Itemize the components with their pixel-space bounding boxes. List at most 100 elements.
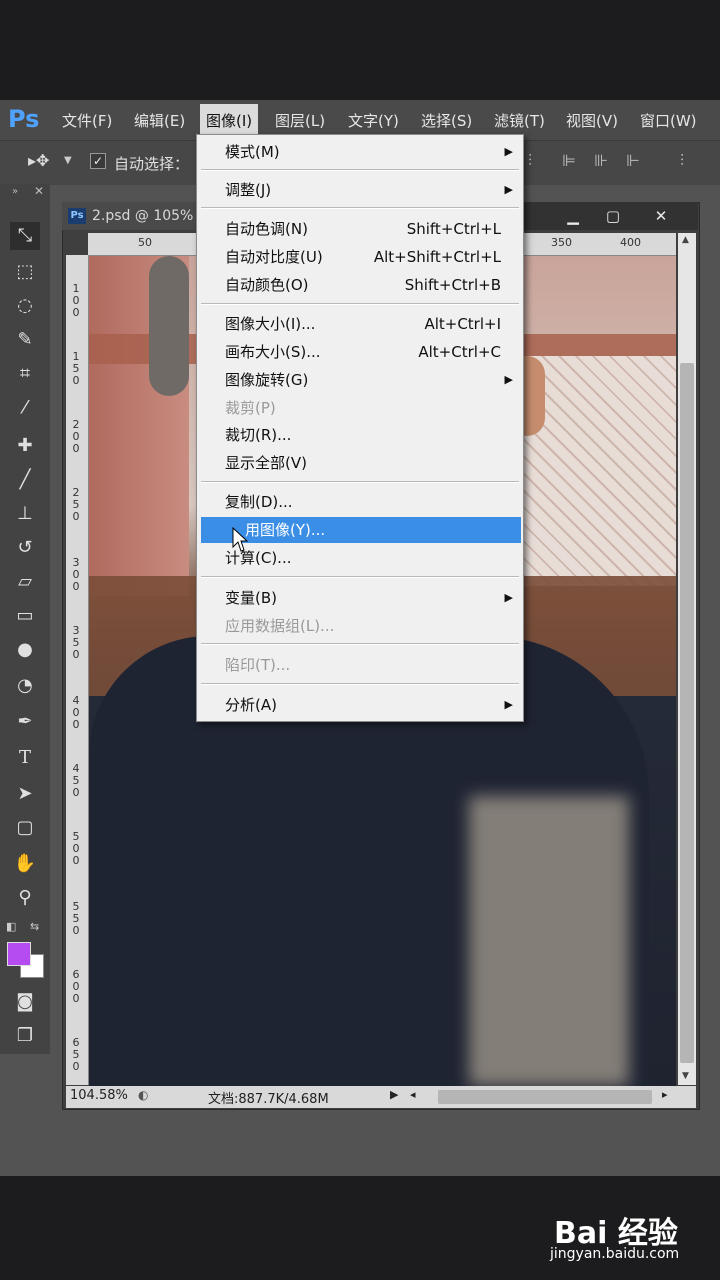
minimize-icon[interactable]: ▁ — [558, 206, 588, 226]
move-tool-icon[interactable]: ⤡ — [10, 222, 40, 250]
menu-separator — [201, 683, 519, 685]
quick-mask-icon[interactable]: ◙ — [10, 988, 40, 1016]
menu-separator — [201, 481, 519, 483]
menu-filter[interactable]: 滤镜(T) — [494, 110, 545, 131]
menu-file[interactable]: 文件(F) — [62, 110, 112, 131]
menu-item-auto-contrast[interactable]: 自动对比度(U) Alt+Shift+Ctrl+L — [197, 244, 523, 270]
menu-item-trim[interactable]: 裁切(R)... — [197, 422, 523, 448]
ruler-label: 5 0 0 — [72, 830, 80, 867]
vertical-scroll-thumb[interactable] — [680, 363, 694, 1063]
ruler-label: 6 0 0 — [72, 968, 80, 1005]
horizontal-scroll-thumb[interactable] — [438, 1090, 652, 1104]
marquee-tool-icon[interactable]: ⬚ — [10, 258, 40, 286]
crop-tool-icon[interactable]: ⌗ — [10, 360, 40, 388]
distribute-icon[interactable]: ⫶ — [680, 151, 684, 171]
vertical-scrollbar[interactable]: ▲ ▼ — [678, 233, 696, 1085]
screen-mode-icon[interactable]: ❐ — [10, 1022, 40, 1050]
submenu-arrow-icon: ▶ — [504, 373, 513, 386]
menu-edit[interactable]: 编辑(E) — [134, 110, 185, 131]
ruler-label: 2 5 0 — [72, 486, 80, 523]
menu-item-canvas-size[interactable]: 画布大小(S)... Alt+Ctrl+C — [197, 339, 523, 365]
document-tab[interactable]: Ps 2.psd @ 105% — [62, 202, 204, 230]
shape-tool-icon[interactable]: ▢ — [10, 814, 40, 842]
menu-item-crop: 裁剪(P) — [225, 399, 276, 417]
ruler-label: 4 0 0 — [72, 694, 80, 731]
auto-select-checkbox[interactable]: ✓ — [90, 153, 106, 169]
menu-item-variables[interactable]: 变量(B) ▶ — [197, 585, 523, 611]
close-icon[interactable]: ✕ — [646, 206, 676, 226]
photoshop-logo: Ps — [8, 105, 40, 133]
scroll-left-icon[interactable]: ◂ — [410, 1088, 416, 1101]
menu-item-adjustments[interactable]: 调整(J) ▶ — [197, 177, 523, 203]
align-center-icon[interactable]: ⊪ — [594, 151, 608, 170]
ruler-label: 4 5 0 — [72, 762, 80, 799]
foreground-color-swatch[interactable] — [7, 942, 31, 966]
menu-item-auto-tone[interactable]: 自动色调(N) Shift+Ctrl+L — [197, 216, 523, 242]
swap-colors-icon[interactable]: ⇆ — [30, 920, 39, 933]
menu-separator — [201, 207, 519, 209]
menu-item-analysis[interactable]: 分析(A) ▶ — [197, 692, 523, 718]
photo-hair — [149, 256, 189, 396]
healing-brush-tool-icon[interactable]: ✚ — [10, 432, 40, 460]
status-info-icon[interactable]: ◐ — [138, 1088, 148, 1102]
stamp-tool-icon[interactable]: ⊥ — [10, 500, 40, 528]
menu-item-apply-image[interactable]: 用图像(Y)... — [201, 517, 521, 543]
menu-separator — [201, 643, 519, 645]
baidu-watermark: Bai 经验 jingyan.baidu.com — [548, 1196, 718, 1270]
chevron-down-icon[interactable]: ▼ — [64, 155, 72, 166]
menu-layer[interactable]: 图层(L) — [275, 110, 325, 131]
blur-tool-icon[interactable]: ● — [10, 636, 40, 664]
align-right-icon[interactable]: ⊩ — [626, 151, 640, 170]
document-info: 文档:887.7K/4.68M — [208, 1092, 329, 1107]
scroll-right-icon[interactable]: ▸ — [662, 1088, 668, 1101]
menu-item-reveal-all[interactable]: 显示全部(V) — [197, 450, 523, 476]
menu-type[interactable]: 文字(Y) — [348, 110, 399, 131]
ruler-label: 50 — [138, 236, 152, 249]
menu-item-image-rotation[interactable]: 图像旋转(G) ▶ — [197, 367, 523, 393]
mouse-cursor-icon — [232, 527, 248, 552]
ruler-label: 3 5 0 — [72, 624, 80, 661]
collapse-icon[interactable]: » — [12, 186, 18, 197]
gradient-tool-icon[interactable]: ▭ — [10, 602, 40, 630]
eyedropper-tool-icon[interactable]: ⁄ — [10, 394, 40, 422]
ruler-label: 6 5 0 — [72, 1036, 80, 1073]
align-icon[interactable]: ⫶ — [528, 151, 532, 171]
submenu-arrow-icon: ▶ — [504, 183, 513, 196]
menu-view[interactable]: 视图(V) — [566, 110, 618, 131]
submenu-arrow-icon: ▶ — [504, 591, 513, 604]
dodge-tool-icon[interactable]: ◔ — [10, 672, 40, 700]
menu-separator — [201, 169, 519, 171]
zoom-level[interactable]: 104.58% — [70, 1088, 128, 1103]
quick-select-tool-icon[interactable]: ✎ — [10, 326, 40, 354]
close-icon[interactable]: ✕ — [34, 184, 44, 198]
menu-select[interactable]: 选择(S) — [421, 110, 472, 131]
eraser-tool-icon[interactable]: ▱ — [10, 568, 40, 596]
align-left-icon[interactable]: ⊫ — [562, 151, 576, 170]
path-select-tool-icon[interactable]: ➤ — [10, 780, 40, 808]
menu-window[interactable]: 窗口(W) — [640, 110, 697, 131]
menu-separator — [201, 576, 519, 578]
hand-tool-icon[interactable]: ✋ — [10, 850, 40, 878]
maximize-icon[interactable]: ▢ — [598, 206, 628, 226]
submenu-arrow-icon: ▶ — [504, 698, 513, 711]
pen-tool-icon[interactable]: ✒ — [10, 708, 40, 736]
menu-item-duplicate[interactable]: 复制(D)... — [197, 489, 523, 515]
ruler-label: 5 5 0 — [72, 900, 80, 937]
scroll-down-icon[interactable]: ▼ — [682, 1071, 689, 1081]
menu-item-mode[interactable]: 模式(M) ▶ — [197, 139, 523, 165]
brush-tool-icon[interactable]: ╱ — [10, 466, 40, 494]
menu-separator — [201, 303, 519, 305]
menu-item-auto-color[interactable]: 自动颜色(O) Shift+Ctrl+B — [197, 272, 523, 298]
scroll-up-icon[interactable]: ▲ — [682, 235, 689, 245]
history-brush-tool-icon[interactable]: ↺ — [10, 534, 40, 562]
default-colors-icon[interactable]: ◧ — [6, 920, 16, 933]
type-tool-icon[interactable]: T — [10, 744, 40, 772]
menu-item-trap: 陷印(T)... — [225, 656, 291, 674]
ruler-label: 3 0 0 — [72, 556, 80, 593]
toolbox: » ✕ ⤡ ⬚ ◌ ✎ ⌗ ⁄ ✚ ╱ ⊥ ↺ ▱ ▭ ● ◔ ✒ T ➤ ▢ … — [0, 184, 50, 1054]
zoom-tool-icon[interactable]: ⚲ — [10, 884, 40, 912]
menu-item-image-size[interactable]: 图像大小(I)... Alt+Ctrl+I — [197, 311, 523, 337]
move-tool-icon[interactable]: ▸✥ — [28, 151, 49, 170]
status-menu-arrow-icon[interactable]: ▶ — [390, 1088, 398, 1101]
lasso-tool-icon[interactable]: ◌ — [10, 292, 40, 320]
